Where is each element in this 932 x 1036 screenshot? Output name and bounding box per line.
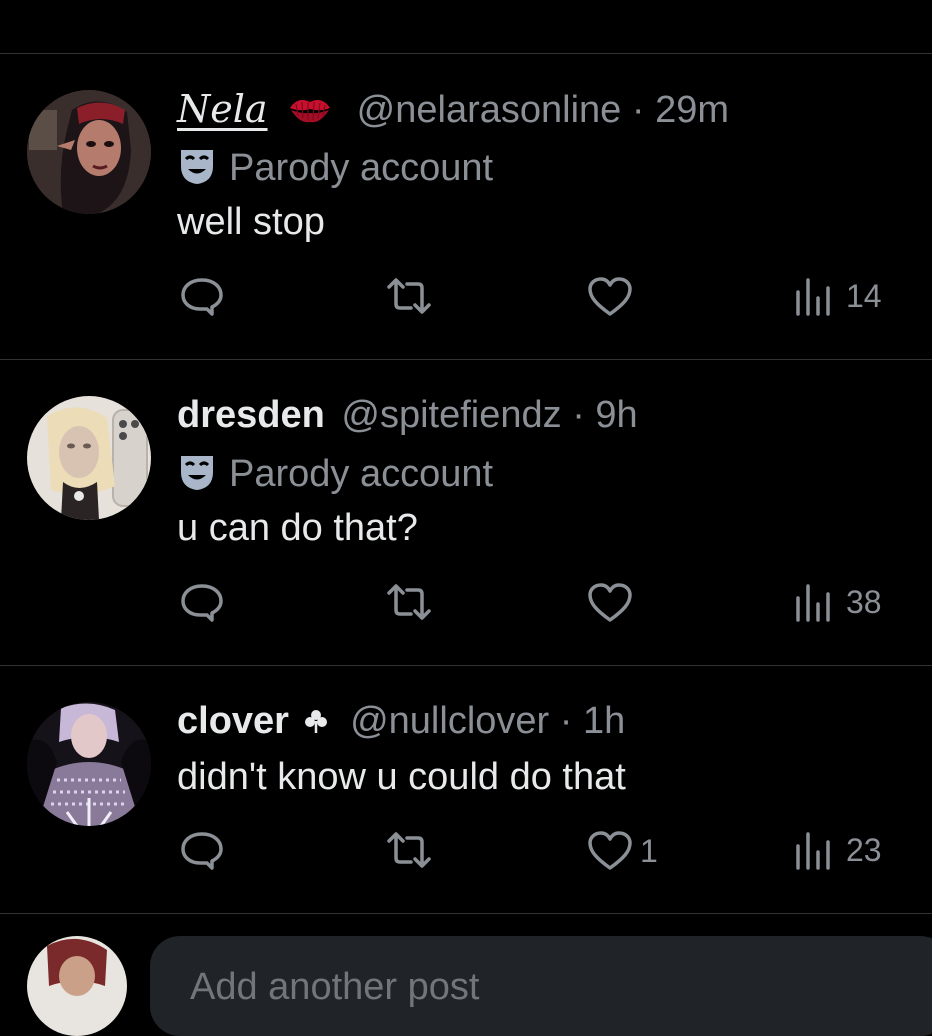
like-button[interactable] — [586, 276, 646, 318]
display-name[interactable]: Nela — [177, 87, 268, 131]
display-name[interactable]: clover — [177, 700, 289, 742]
repost-button[interactable] — [385, 582, 433, 622]
post-header: clover @nullclover · 1h — [177, 702, 625, 742]
like-button[interactable]: 1 — [586, 830, 658, 872]
heart-icon — [588, 277, 632, 316]
divider-3 — [0, 913, 932, 914]
reply-icon — [181, 278, 223, 316]
add-post-input[interactable]: Add another post — [150, 936, 932, 1036]
repost-icon — [387, 832, 431, 868]
repost-button[interactable] — [385, 830, 433, 870]
repost-icon — [387, 584, 431, 620]
repost-icon — [387, 278, 431, 314]
view-count: 23 — [846, 831, 882, 868]
avatar-image — [27, 90, 151, 214]
repost-button[interactable] — [385, 276, 433, 316]
avatar-image — [27, 396, 151, 520]
divider-1 — [0, 359, 932, 360]
reply-icon — [181, 832, 223, 870]
avatar[interactable] — [27, 396, 151, 520]
post-text: u can do that? — [177, 507, 418, 549]
views-button[interactable]: 38 — [794, 582, 882, 622]
like-count: 1 — [640, 832, 658, 869]
heart-icon — [588, 831, 632, 870]
user-handle[interactable]: @nullclover — [350, 700, 549, 742]
divider-top — [0, 53, 932, 54]
view-count: 14 — [846, 277, 882, 314]
avatar[interactable] — [27, 702, 151, 826]
compose-placeholder: Add another post — [190, 966, 480, 1008]
avatar[interactable] — [27, 90, 151, 214]
views-icon — [796, 278, 830, 316]
timestamp[interactable]: 1h — [583, 700, 625, 742]
parody-text: Parody account — [229, 147, 494, 189]
parody-label: Parody account — [177, 452, 493, 499]
reply-button[interactable] — [179, 830, 225, 870]
like-button[interactable] — [586, 582, 646, 624]
kiss-mark-icon — [288, 94, 332, 133]
heart-icon — [588, 583, 632, 622]
parody-label: Parody account — [177, 146, 493, 193]
separator-dot: · — [559, 700, 573, 742]
parody-text: Parody account — [229, 453, 494, 495]
views-button[interactable]: 14 — [794, 276, 882, 316]
reply-icon — [181, 584, 223, 622]
separator-dot: · — [631, 89, 645, 131]
post-header: dresden @spitefiendz · 9h — [177, 396, 638, 434]
user-handle[interactable]: @nelarasonline — [357, 89, 622, 131]
separator-dot: · — [572, 394, 585, 436]
views-icon — [796, 832, 830, 870]
reply-button[interactable] — [179, 582, 225, 622]
avatar-image — [27, 936, 127, 1036]
post-header: Nela @nelarasonline · 29m — [177, 90, 729, 133]
post-text: well stop — [177, 201, 325, 243]
view-count: 38 — [846, 583, 882, 620]
timestamp[interactable]: 29m — [655, 89, 729, 131]
views-button[interactable]: 23 — [794, 830, 882, 870]
compose-avatar[interactable] — [27, 936, 127, 1036]
reply-button[interactable] — [179, 276, 225, 316]
mask-icon — [177, 452, 217, 499]
user-handle[interactable]: @spitefiendz — [341, 394, 561, 436]
mask-icon — [177, 146, 217, 193]
avatar-image — [27, 702, 151, 826]
clover-icon — [304, 704, 328, 742]
post-text: didn't know u could do that — [177, 756, 626, 798]
display-name[interactable]: dresden — [177, 394, 325, 436]
timestamp[interactable]: 9h — [595, 394, 637, 436]
divider-2 — [0, 665, 932, 666]
views-icon — [796, 584, 830, 622]
